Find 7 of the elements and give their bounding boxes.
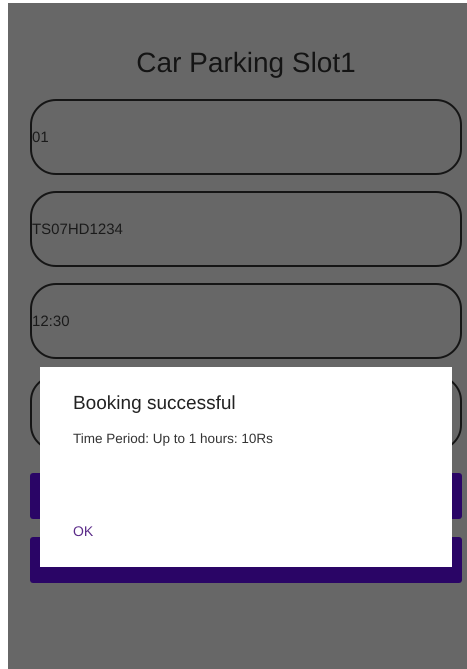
- dialog-title: Booking successful: [73, 393, 237, 415]
- input-field[interactable]: 01: [30, 99, 462, 175]
- screen-title: Car Parking Slot1: [135, 47, 357, 79]
- ok-button[interactable]: OK: [59, 517, 108, 545]
- dialog-message: Time Period: Up to 1 hours: 10Rs: [73, 431, 274, 446]
- input-field[interactable]: TS07HD1234: [30, 191, 462, 267]
- input-field[interactable]: 12:30: [30, 283, 462, 359]
